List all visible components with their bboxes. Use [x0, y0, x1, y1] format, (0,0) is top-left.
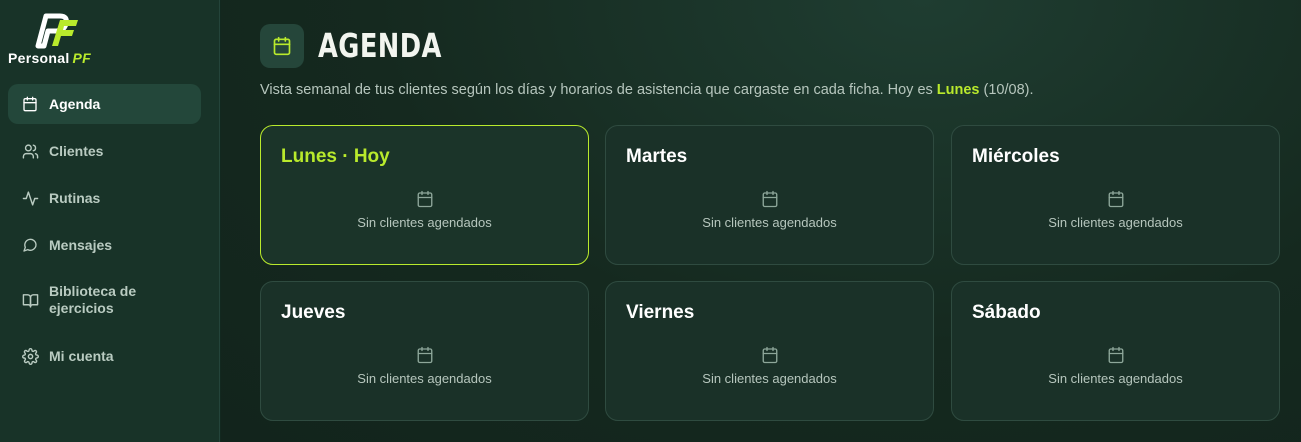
day-card-jueves[interactable]: Jueves Sin clientes agendados	[260, 281, 589, 421]
sidebar-item-clientes[interactable]: Clientes	[8, 131, 201, 171]
gear-icon	[21, 347, 39, 365]
day-card-miercoles[interactable]: Miércoles Sin clientes agendados	[951, 125, 1280, 265]
activity-icon	[21, 189, 39, 207]
brand-logo[interactable]: Personal PF	[8, 10, 108, 66]
calendar-icon	[1108, 346, 1124, 364]
sidebar-item-mi-cuenta[interactable]: Mi cuenta	[8, 336, 201, 376]
subtitle-date: (10/08).	[979, 82, 1034, 98]
sidebar: Personal PF Agenda Clientes Rutinas Mensa…	[0, 0, 220, 442]
calendar-icon	[21, 95, 39, 113]
subtitle-text: Vista semanal de tus clientes según los …	[260, 82, 937, 98]
empty-state-text: Sin clientes agendados	[357, 215, 492, 230]
calendar-icon	[1108, 190, 1124, 208]
sidebar-item-biblioteca[interactable]: Biblioteca de ejercicios	[8, 278, 201, 322]
logo-mark-icon	[35, 13, 78, 49]
sidebar-item-agenda[interactable]: Agenda	[8, 84, 201, 124]
users-icon	[21, 142, 39, 160]
sidebar-item-label: Mensajes	[49, 236, 113, 253]
day-name: Lunes · Hoy	[281, 146, 390, 167]
brand-name: Personal PF	[8, 50, 91, 66]
sidebar-item-mensajes[interactable]: Mensajes	[8, 225, 201, 265]
brand-suffix: PF	[72, 50, 92, 66]
day-name: Martes	[626, 146, 688, 167]
day-card-martes[interactable]: Martes Sin clientes agendados	[605, 125, 934, 265]
empty-state-text: Sin clientes agendados	[702, 371, 837, 386]
sidebar-item-label: Clientes	[49, 142, 104, 159]
empty-state-text: Sin clientes agendados	[1048, 215, 1183, 230]
day-card-sabado[interactable]: Sábado Sin clientes agendados	[951, 281, 1280, 421]
day-card-lunes[interactable]: Lunes · Hoy Sin clientes agendados	[260, 125, 589, 265]
page-subtitle: Vista semanal de tus clientes según los …	[260, 82, 1034, 98]
empty-state-text: Sin clientes agendados	[1048, 371, 1183, 386]
day-name: Sábado	[972, 302, 1041, 323]
calendar-icon	[762, 190, 778, 208]
calendar-icon	[762, 346, 778, 364]
day-name: Jueves	[281, 302, 346, 323]
empty-state-text: Sin clientes agendados	[702, 215, 837, 230]
empty-state-text: Sin clientes agendados	[357, 371, 492, 386]
page-title-calendar-icon	[260, 24, 304, 68]
page-title: AGENDA	[318, 26, 442, 65]
sidebar-item-label: Mi cuenta	[49, 347, 114, 364]
day-card-viernes[interactable]: Viernes Sin clientes agendados	[605, 281, 934, 421]
subtitle-today: Lunes	[936, 82, 980, 98]
book-icon	[21, 291, 39, 309]
day-name: Viernes	[626, 302, 695, 323]
message-icon	[21, 236, 39, 254]
brand-name-text: Personal	[8, 50, 70, 66]
sidebar-item-label: Biblioteca de ejercicios	[49, 283, 137, 316]
sidebar-item-rutinas[interactable]: Rutinas	[8, 178, 201, 218]
sidebar-item-label: Agenda	[49, 95, 101, 112]
main-content: AGENDA Vista semanal de tus clientes seg…	[221, 0, 1301, 442]
calendar-icon	[417, 346, 433, 364]
calendar-icon	[417, 190, 433, 208]
day-name: Miércoles	[972, 146, 1060, 167]
sidebar-item-label: Rutinas	[49, 189, 101, 206]
